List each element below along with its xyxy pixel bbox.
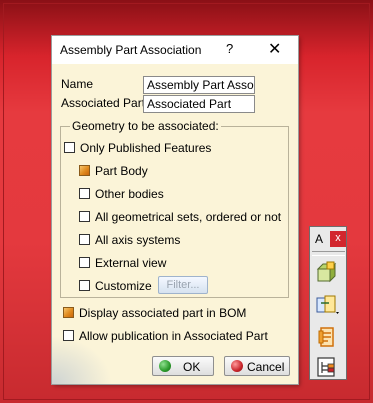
filter-button[interactable]: Filter... — [158, 276, 208, 294]
customize-label: Customize — [95, 279, 152, 293]
only-published-label: Only Published Features — [80, 141, 212, 155]
all-geometrical-sets-checkbox[interactable] — [79, 211, 90, 222]
all-axis-systems-checkbox[interactable] — [79, 234, 90, 245]
cancel-icon — [231, 360, 243, 372]
ok-button-label: OK — [183, 360, 201, 374]
allow-publication-label: Allow publication in Associated Part — [79, 329, 268, 343]
associated-part-field[interactable]: Associated Part — [143, 95, 255, 113]
toolbar-close-button[interactable]: x — [330, 231, 346, 247]
only-published-checkbox[interactable] — [64, 142, 75, 153]
floating-toolbar: A x — [309, 226, 347, 380]
customize-checkbox[interactable] — [79, 280, 90, 291]
external-view-label: External view — [95, 256, 167, 270]
display-bom-label: Display associated part in BOM — [79, 306, 247, 320]
all-geometrical-sets-label: All geometrical sets, ordered or not — [95, 210, 282, 224]
dialog-title: Assembly Part Association — [60, 43, 202, 57]
part-association-icon[interactable] — [315, 293, 339, 317]
ok-check-icon — [159, 360, 171, 372]
external-view-checkbox[interactable] — [79, 257, 90, 268]
name-label: Name — [61, 77, 94, 91]
orange-document-icon[interactable] — [315, 325, 339, 349]
dialog-decoration — [52, 336, 112, 384]
all-axis-systems-label: All axis systems — [95, 233, 181, 247]
assembly-component-icon[interactable] — [315, 260, 339, 284]
cancel-button-label: Cancel — [247, 360, 285, 374]
name-field[interactable]: Assembly Part Assoc — [143, 76, 255, 94]
geometry-group-title: Geometry to be associated: — [70, 119, 221, 133]
other-bodies-label: Other bodies — [95, 187, 164, 201]
tree-structure-icon[interactable] — [315, 355, 339, 379]
assembly-part-association-dialog: Assembly Part Association ? ✕ Name Assem… — [52, 36, 298, 384]
part-body-checkbox[interactable] — [79, 165, 90, 176]
help-button[interactable]: ? — [226, 41, 233, 56]
toolbar-title: A — [315, 232, 324, 246]
part-body-label: Part Body — [95, 164, 148, 178]
cancel-button[interactable]: Cancel — [224, 356, 290, 376]
allow-publication-checkbox[interactable] — [63, 330, 74, 341]
dialog-titlebar[interactable]: Assembly Part Association ? ✕ — [52, 36, 298, 64]
toolbar-grip[interactable] — [312, 251, 345, 256]
display-bom-checkbox[interactable] — [63, 307, 74, 318]
close-button[interactable]: ✕ — [268, 39, 281, 59]
other-bodies-checkbox[interactable] — [79, 188, 90, 199]
ok-button[interactable]: OK — [152, 356, 214, 376]
associated-part-label: Associated Part — [61, 96, 146, 110]
